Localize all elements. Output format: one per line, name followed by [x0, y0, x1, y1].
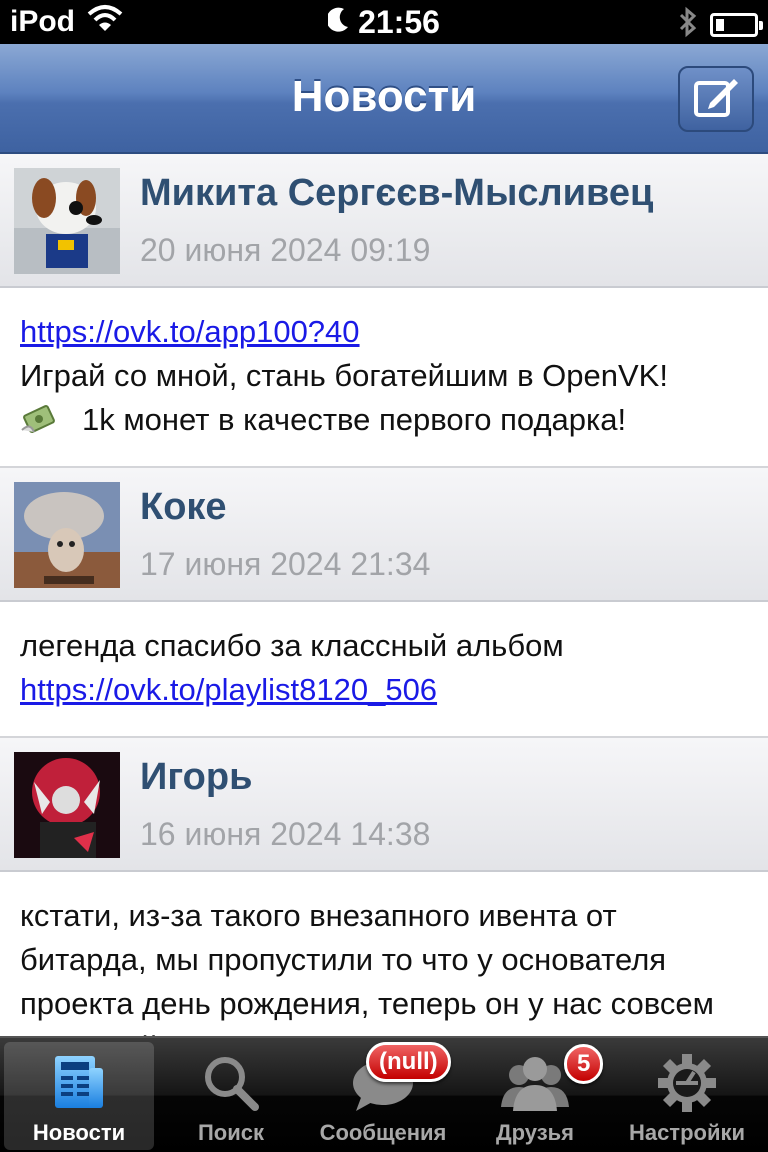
post-link[interactable]: https://ovk.to/playlist8120_506 — [20, 668, 748, 712]
tab-settings[interactable]: Настройки — [612, 1042, 762, 1150]
post-body: легенда спасибо за классный альбом https… — [0, 602, 768, 738]
tab-friends[interactable]: 5 Друзья — [460, 1042, 610, 1150]
avatar[interactable] — [14, 752, 120, 858]
post-text-emoji-line: 1k монет в качестве первого подарка! — [82, 402, 627, 437]
tab-messages[interactable]: (null) Сообщения — [308, 1042, 458, 1150]
post-text: легенда спасибо за классный альбом — [20, 628, 564, 663]
avatar[interactable] — [14, 482, 120, 588]
page-title: Новости — [291, 72, 477, 121]
post[interactable]: Микита Сергєєв-Мысливец 20 июня 2024 09:… — [0, 154, 768, 468]
battery-icon — [710, 12, 763, 37]
post[interactable]: Игорь 16 июня 2024 14:38 кстати, из-за т… — [0, 738, 768, 1036]
clock: 21:56 — [358, 4, 440, 40]
status-center: 21:56 — [0, 4, 768, 41]
post-date: 16 июня 2024 14:38 — [140, 816, 431, 852]
news-feed[interactable]: Микита Сергєєв-Мысливец 20 июня 2024 09:… — [0, 154, 768, 1036]
moon-icon — [326, 4, 350, 41]
money-with-wings-icon — [20, 400, 60, 440]
author-name[interactable]: Микита Сергєєв-Мысливец — [140, 172, 653, 215]
tab-label: Настройки — [628, 1120, 746, 1145]
compose-icon — [692, 75, 740, 124]
post-text: кстати, из-за такого внезапного ивента о… — [20, 898, 714, 1036]
post-body: кстати, из-за такого внезапного ивента о… — [0, 872, 768, 1036]
search-icon — [156, 1048, 306, 1118]
tab-search[interactable]: Поиск — [156, 1042, 306, 1150]
compose-button[interactable] — [678, 66, 754, 132]
avatar[interactable] — [14, 168, 120, 274]
nav-bar: Новости — [0, 44, 768, 154]
tab-bar: Новости Поиск (null) Сообщения 5 Друзья … — [0, 1036, 768, 1152]
post-header[interactable]: Микита Сергєєв-Мысливец 20 июня 2024 09:… — [0, 154, 768, 288]
post[interactable]: Коке 17 июня 2024 21:34 легенда спасибо … — [0, 468, 768, 738]
post-date: 20 июня 2024 09:19 — [140, 232, 431, 268]
status-bar: iPod 21:56 — [0, 0, 768, 44]
friends-badge: 5 — [564, 1044, 604, 1084]
author-name[interactable]: Коке — [140, 486, 227, 529]
post-text-line: 1k монет в качестве первого подарка! — [20, 398, 748, 442]
post-text: Играй со мной, стань богатейшим в OpenVK… — [20, 358, 668, 393]
post-header[interactable]: Коке 17 июня 2024 21:34 — [0, 468, 768, 602]
author-name[interactable]: Игорь — [140, 756, 252, 799]
news-icon — [4, 1048, 154, 1118]
post-body: https://ovk.to/app100?40 Играй со мной, … — [0, 288, 768, 468]
tab-news[interactable]: Новости — [4, 1042, 154, 1150]
gear-icon — [612, 1048, 762, 1118]
post-link[interactable]: https://ovk.to/app100?40 — [20, 310, 748, 354]
bluetooth-icon — [678, 6, 698, 43]
post-date: 17 июня 2024 21:34 — [140, 546, 431, 582]
status-right — [678, 6, 763, 43]
messages-badge: (null) — [366, 1042, 451, 1082]
post-header[interactable]: Игорь 16 июня 2024 14:38 — [0, 738, 768, 872]
